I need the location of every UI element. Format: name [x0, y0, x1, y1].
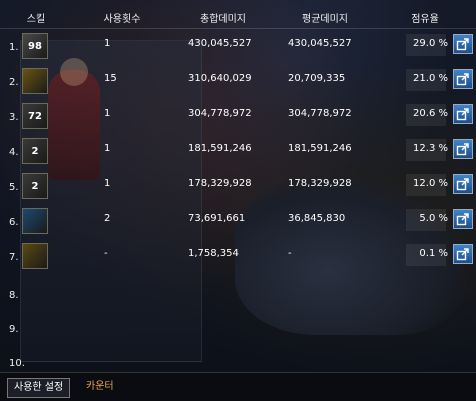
avg-damage: 20,709,335 [288, 73, 346, 84]
table-row: 3. 72 1 304,778,972 304,778,972 20.6 % [0, 101, 476, 136]
share-percent: 12.3 % [413, 143, 448, 154]
use-count: 1 [104, 178, 111, 189]
row-number: 8. [9, 290, 19, 301]
skill-icon-98: 98 [22, 33, 48, 59]
avg-damage: 36,845,830 [288, 213, 346, 224]
use-count: 1 [104, 143, 111, 154]
col-total-damage: 총합데미지 [200, 14, 246, 25]
share-export-button[interactable] [453, 209, 473, 229]
table-row: 6. 2 73,691,661 36,845,830 5.0 % [0, 206, 476, 241]
header-divider [0, 28, 476, 29]
use-count: 1 [104, 38, 111, 49]
share-percent: 20.6 % [413, 108, 448, 119]
col-avg-damage: 평균데미지 [302, 14, 348, 25]
tab-counter[interactable]: 카운터 [80, 378, 120, 396]
row-number: 4. [9, 147, 19, 158]
total-damage: 430,045,527 [188, 38, 252, 49]
use-count: - [104, 248, 108, 259]
avg-damage: 181,591,246 [288, 143, 352, 154]
row-number: 3. [9, 112, 19, 123]
row-number: 2. [9, 77, 19, 88]
skill-icon-blue [22, 208, 48, 234]
share-export-icon [456, 38, 469, 51]
use-count: 1 [104, 108, 111, 119]
share-export-icon [456, 73, 469, 86]
skill-icon-spark [22, 243, 48, 269]
skill-icon-2b: 2 [22, 173, 48, 199]
share-percent: 21.0 % [413, 73, 448, 84]
share-export-button[interactable] [453, 174, 473, 194]
share-export-icon [456, 108, 469, 121]
share-export-button[interactable] [453, 139, 473, 159]
skill-icon-grenade [22, 68, 48, 94]
table-row: 8. [0, 279, 476, 314]
total-damage: 181,591,246 [188, 143, 252, 154]
row-number: 1. [9, 42, 19, 53]
use-count: 2 [104, 213, 111, 224]
col-share: 점유율 [411, 14, 439, 25]
row-number: 10. [9, 358, 25, 369]
col-use-count: 사용횟수 [103, 14, 141, 25]
table-row: 2. 15 310,640,029 20,709,335 21.0 % [0, 66, 476, 101]
share-export-button[interactable] [453, 34, 473, 54]
table-row: 4. 2 1 181,591,246 181,591,246 12.3 % [0, 136, 476, 171]
row-number: 9. [9, 324, 19, 335]
table-row: 1. 98 1 430,045,527 430,045,527 29.0 % [0, 31, 476, 66]
share-export-icon [456, 213, 469, 226]
table-row: 9. [0, 313, 476, 348]
damage-meter-window: 스킬 사용횟수 총합데미지 평균데미지 점유율 1. 98 1 430,045,527… [0, 0, 476, 401]
share-export-icon [456, 248, 469, 261]
share-export-button[interactable] [453, 104, 473, 124]
use-count: 15 [104, 73, 117, 84]
table-row: 5. 2 1 178,329,928 178,329,928 12.0 % [0, 171, 476, 206]
total-damage: 73,691,661 [188, 213, 246, 224]
col-skill: 스킬 [26, 14, 46, 25]
share-export-icon [456, 143, 469, 156]
total-damage: 310,640,029 [188, 73, 252, 84]
table-header: 스킬 사용횟수 총합데미지 평균데미지 점유율 [0, 0, 476, 28]
avg-damage: 304,778,972 [288, 108, 352, 119]
row-number: 7. [9, 252, 19, 263]
total-damage: 178,329,928 [188, 178, 252, 189]
share-percent: 5.0 % [419, 213, 448, 224]
share-percent: 12.0 % [413, 178, 448, 189]
skill-icon-72: 72 [22, 103, 48, 129]
share-percent: 29.0 % [413, 38, 448, 49]
share-export-button[interactable] [453, 244, 473, 264]
table-row: 7. - 1,758,354 - 0.1 % [0, 241, 476, 276]
share-export-icon [456, 178, 469, 191]
skill-icon-2a: 2 [22, 138, 48, 164]
footer-tabs: 사용한 설정 카운터 [0, 372, 476, 401]
avg-damage: - [288, 248, 292, 259]
row-number: 5. [9, 182, 19, 193]
share-export-button[interactable] [453, 69, 473, 89]
row-number: 6. [9, 217, 19, 228]
tab-used-settings[interactable]: 사용한 설정 [7, 378, 71, 398]
total-damage: 1,758,354 [188, 248, 239, 259]
total-damage: 304,778,972 [188, 108, 252, 119]
avg-damage: 178,329,928 [288, 178, 352, 189]
share-percent: 0.1 % [419, 248, 448, 259]
avg-damage: 430,045,527 [288, 38, 352, 49]
